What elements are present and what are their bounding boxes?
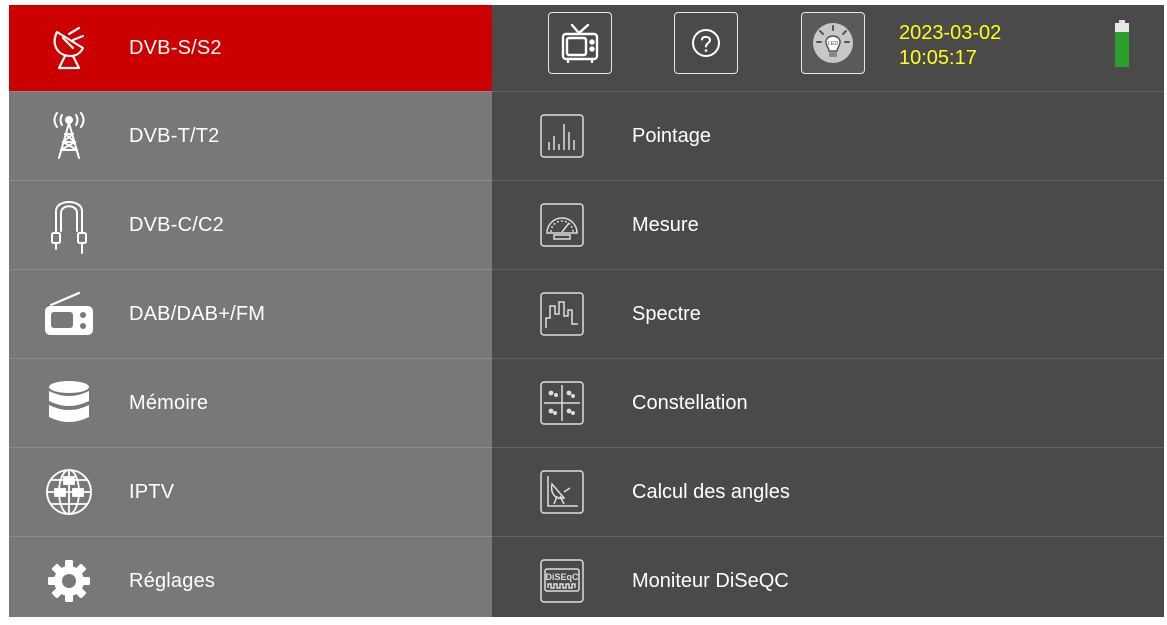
menu-item-label: Mesure <box>632 213 699 236</box>
diseqc-icon: DiSEqC <box>492 559 632 603</box>
top-bar: LED 2023-03-02 10:05:17 <box>492 5 1164 91</box>
sidebar-item-label: IPTV <box>129 480 175 503</box>
menu-item-calcul-angles[interactable]: Calcul des angles <box>492 447 1164 536</box>
sidebar-item-dvb-s[interactable]: DVB-S/S2 <box>9 5 492 91</box>
menu-item-moniteur-diseqc[interactable]: DiSEqC Moniteur DiSeQC <box>492 536 1164 625</box>
menu-item-pointage[interactable]: Pointage <box>492 91 1164 180</box>
sidebar-item-memoire[interactable]: Mémoire <box>9 358 492 447</box>
tv-icon <box>561 23 599 63</box>
sidebar-item-label: Réglages <box>129 569 216 592</box>
sidebar-item-dvb-t[interactable]: DVB-T/T2 <box>9 91 492 180</box>
datetime-display: 2023-03-02 10:05:17 <box>899 21 1001 71</box>
main-panel: LED 2023-03-02 10:05:17 Pointage Mesure … <box>492 5 1164 617</box>
radio-icon <box>9 270 129 358</box>
sidebar-item-iptv[interactable]: IPTV <box>9 447 492 536</box>
led-button[interactable]: LED <box>801 12 865 74</box>
menu-item-mesure[interactable]: Mesure <box>492 180 1164 269</box>
sidebar-item-label: Mémoire <box>129 391 209 414</box>
svg-text:DiSEqC: DiSEqC <box>545 572 579 582</box>
signal-bars-icon <box>492 114 632 158</box>
sidebar-item-dab[interactable]: DAB/DAB+/FM <box>9 269 492 358</box>
sidebar-item-reglages[interactable]: Réglages <box>9 536 492 625</box>
coax-cable-icon <box>9 181 129 269</box>
satellite-dish-icon <box>9 5 129 91</box>
menu-item-spectre[interactable]: Spectre <box>492 269 1164 358</box>
menu-item-label: Moniteur DiSeQC <box>632 569 789 592</box>
help-icon <box>692 29 720 57</box>
battery-icon <box>1114 20 1130 68</box>
sidebar-item-label: DVB-S/S2 <box>129 36 222 59</box>
gear-icon <box>9 537 129 625</box>
help-button[interactable] <box>674 12 738 74</box>
tv-button[interactable] <box>548 12 612 74</box>
sidebar-item-dvb-c[interactable]: DVB-C/C2 <box>9 180 492 269</box>
svg-text:LED: LED <box>828 41 839 47</box>
app-frame: DVB-S/S2 DVB-T/T2 DVB-C/C2 DAB/DAB+/FM M… <box>9 5 1164 617</box>
angle-dish-icon <box>492 470 632 514</box>
spectrum-icon <box>492 292 632 336</box>
date-text: 2023-03-02 <box>899 22 1002 44</box>
globe-network-icon <box>9 448 129 536</box>
antenna-tower-icon <box>9 92 129 180</box>
led-bulb-icon: LED <box>813 23 853 63</box>
sidebar-item-label: DAB/DAB+/FM <box>129 302 266 325</box>
menu-item-constellation[interactable]: Constellation <box>492 358 1164 447</box>
menu-item-label: Spectre <box>632 302 701 325</box>
gauge-icon <box>492 203 632 247</box>
sidebar-item-label: DVB-T/T2 <box>129 124 220 147</box>
constellation-icon <box>492 381 632 425</box>
menu-item-label: Pointage <box>632 124 711 147</box>
sidebar: DVB-S/S2 DVB-T/T2 DVB-C/C2 DAB/DAB+/FM M… <box>9 5 492 617</box>
menu-item-label: Constellation <box>632 391 748 414</box>
time-text: 10:05:17 <box>899 47 977 69</box>
menu-item-label: Calcul des angles <box>632 480 790 503</box>
database-icon <box>9 359 129 447</box>
sidebar-item-label: DVB-C/C2 <box>129 213 224 236</box>
